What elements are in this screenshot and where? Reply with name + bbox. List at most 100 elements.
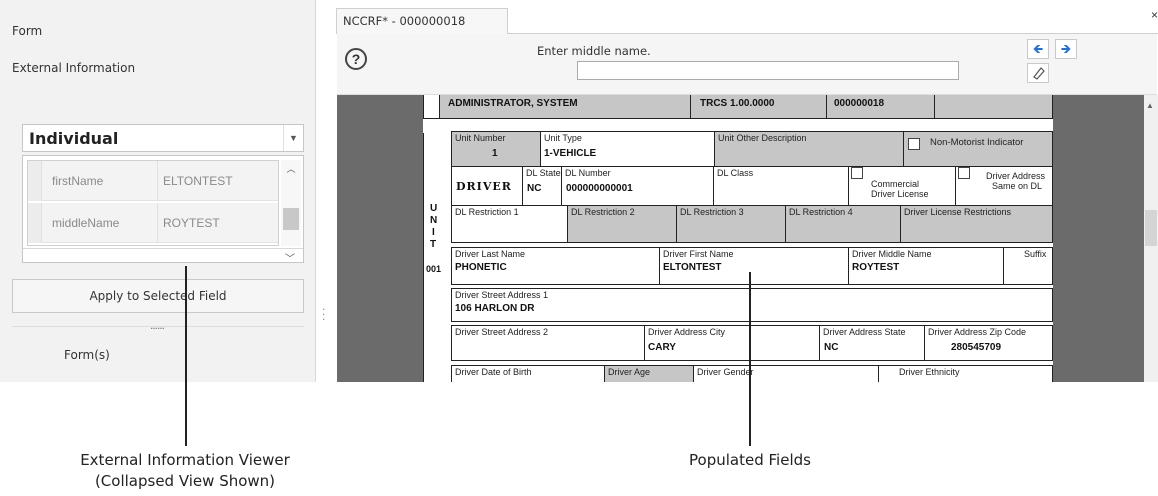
- field-value: 280545709: [951, 342, 1002, 353]
- same-address-field[interactable]: Driver Address Same on DL: [955, 166, 1053, 206]
- collapse-handle[interactable]: ......: [150, 318, 165, 332]
- apply-to-selected-field-button[interactable]: Apply to Selected Field: [12, 279, 304, 313]
- date-of-birth-field[interactable]: Driver Date of Birth: [451, 365, 605, 382]
- street-address-2-field[interactable]: Driver Street Address 2: [451, 325, 645, 361]
- commercial-checkbox[interactable]: [851, 167, 863, 179]
- dl-number-field[interactable]: DL Number 000000000001: [561, 166, 714, 206]
- help-prompt: Enter middle name.: [537, 44, 651, 58]
- address-zip-field[interactable]: Driver Address Zip Code 280545709: [924, 325, 1053, 361]
- field-label: Driver Last Name: [455, 249, 526, 259]
- header-box: [424, 95, 440, 118]
- suffix-field[interactable]: Suffix: [1003, 247, 1053, 285]
- chevron-down-icon[interactable]: ﹀: [285, 250, 295, 265]
- field-label: DL Class: [717, 168, 754, 178]
- field-label: Driver License Restrictions: [904, 207, 1012, 217]
- dl-restriction-3-field[interactable]: DL Restriction 3: [676, 205, 786, 243]
- field-label: Commercial: [871, 179, 920, 189]
- field-value: ROYTEST: [163, 216, 220, 230]
- driver-ethnicity-field[interactable]: Driver Ethnicity: [878, 365, 1053, 382]
- unit-id: 001: [426, 264, 442, 274]
- dl-class-field[interactable]: DL Class: [713, 166, 849, 206]
- panel-splitter[interactable]: ...: [322, 300, 325, 322]
- header-user: ADMINISTRATOR, SYSTEM: [448, 98, 578, 109]
- help-bar: ? Enter middle name. 🡸 🡺: [337, 34, 1157, 95]
- scroll-thumb[interactable]: [283, 208, 299, 230]
- form-label: Form: [12, 24, 43, 38]
- unit-number-field[interactable]: Unit Number 1: [451, 131, 541, 167]
- field-label: Driver First Name: [663, 249, 734, 259]
- field-label: DL Restriction 1: [455, 207, 519, 217]
- callout-external-info-viewer: External Information Viewer: [80, 451, 290, 469]
- divider: [23, 248, 303, 249]
- field-label: Driver Ethnicity: [899, 367, 960, 377]
- record-type-dropdown[interactable]: Individual ▼: [22, 124, 304, 152]
- callout-collapsed-view: (Collapsed View Shown): [94, 472, 276, 490]
- dl-restriction-2-field[interactable]: DL Restriction 2: [567, 205, 677, 243]
- close-icon[interactable]: ×: [1151, 8, 1158, 22]
- street-address-1-field[interactable]: Driver Street Address 1 106 HARLON DR: [451, 288, 1053, 322]
- external-info-label: External Information: [12, 61, 136, 75]
- nav-buttons: 🡸 🡺: [1027, 39, 1103, 93]
- chevron-up-icon[interactable]: ▲: [1146, 101, 1154, 110]
- dl-restriction-4-field[interactable]: DL Restriction 4: [785, 205, 901, 243]
- field-value: CARY: [648, 342, 676, 353]
- unit-letter: I: [432, 227, 435, 238]
- form-canvas: ADMINISTRATOR, SYSTEM TRCS 1.00.0000 000…: [337, 95, 1158, 382]
- field-name: firstName: [28, 161, 158, 201]
- unit-type-field[interactable]: Unit Type 1-VEHICLE: [540, 131, 715, 167]
- external-info-grid: firstName ELTONTEST middleName ROYTEST ︿…: [22, 155, 304, 265]
- field-value: ELTONTEST: [163, 174, 233, 188]
- help-icon[interactable]: ?: [345, 48, 367, 70]
- driver-age-field[interactable]: Driver Age: [604, 365, 694, 382]
- field-name: middleName: [28, 203, 158, 243]
- callout-line: [749, 272, 751, 446]
- address-city-field[interactable]: Driver Address City CARY: [644, 325, 820, 361]
- tab-nccrf[interactable]: NCCRF* - 000000018 (Open): [336, 8, 508, 52]
- first-name-field[interactable]: Driver First Name ELTONTEST: [659, 247, 849, 285]
- dropdown-value: Individual: [29, 129, 119, 148]
- field-label: Driver Address Zip Code: [928, 327, 1027, 337]
- table-row[interactable]: middleName ROYTEST: [28, 203, 278, 243]
- field-label: Same on DL: [992, 181, 1043, 191]
- same-address-checkbox[interactable]: [958, 167, 970, 179]
- field-label: Driver Street Address 1: [455, 290, 549, 300]
- unit-column: U N I T 001: [423, 133, 447, 382]
- address-state-field[interactable]: Driver Address State NC: [819, 325, 925, 361]
- driver-gender-field[interactable]: Driver Gender: [693, 365, 879, 382]
- back-arrow-icon[interactable]: 🡸: [1027, 39, 1049, 59]
- unit-other-description-field[interactable]: Unit Other Description: [714, 131, 904, 167]
- dl-state-field[interactable]: DL State NC: [522, 166, 562, 206]
- dl-restriction-1-field[interactable]: DL Restriction 1: [451, 205, 568, 243]
- forward-arrow-icon[interactable]: 🡺: [1055, 39, 1077, 59]
- commercial-license-field[interactable]: Commercial Driver License: [848, 166, 956, 206]
- external-info-panel: Form External Information Individual ▼ f…: [0, 0, 316, 382]
- header-version: TRCS 1.00.0000: [700, 98, 775, 109]
- last-name-field[interactable]: Driver Last Name PHONETIC: [451, 247, 660, 285]
- scroll-thumb[interactable]: [1145, 210, 1157, 246]
- table-row[interactable]: firstName ELTONTEST: [28, 161, 278, 201]
- divider: [12, 326, 304, 327]
- driver-badge: DRIVER: [456, 180, 512, 193]
- driver-badge-cell: DRIVER: [451, 166, 523, 206]
- field-label: DL Restriction 3: [680, 207, 744, 217]
- middle-name-field[interactable]: Driver Middle Name ROYTEST: [848, 247, 1004, 285]
- field-value: 106 HARLON DR: [455, 303, 535, 314]
- field-label: DL Restriction 2: [571, 207, 635, 217]
- grid-scrollbar[interactable]: ︿: [281, 160, 301, 246]
- chevron-down-icon[interactable]: ▼: [283, 125, 303, 151]
- eraser-icon[interactable]: [1027, 63, 1049, 83]
- field-value: NC: [527, 183, 542, 194]
- help-input[interactable]: [577, 61, 959, 80]
- field-label: Driver Address: [986, 171, 1046, 181]
- non-motorist-checkbox[interactable]: [908, 138, 920, 150]
- field-label: DL State: [526, 168, 561, 178]
- field-label: Driver Date of Birth: [455, 367, 532, 377]
- form-scrollbar[interactable]: ▲: [1144, 95, 1158, 382]
- chevron-up-icon[interactable]: ︿: [281, 162, 301, 176]
- field-label: DL Number: [565, 168, 611, 178]
- field-label: Driver Address City: [648, 327, 726, 337]
- non-motorist-field[interactable]: Non-Motorist Indicator: [903, 131, 1053, 167]
- license-restrictions-field[interactable]: Driver License Restrictions: [900, 205, 1053, 243]
- field-value: NC: [824, 342, 839, 353]
- unit-letter: N: [430, 215, 438, 226]
